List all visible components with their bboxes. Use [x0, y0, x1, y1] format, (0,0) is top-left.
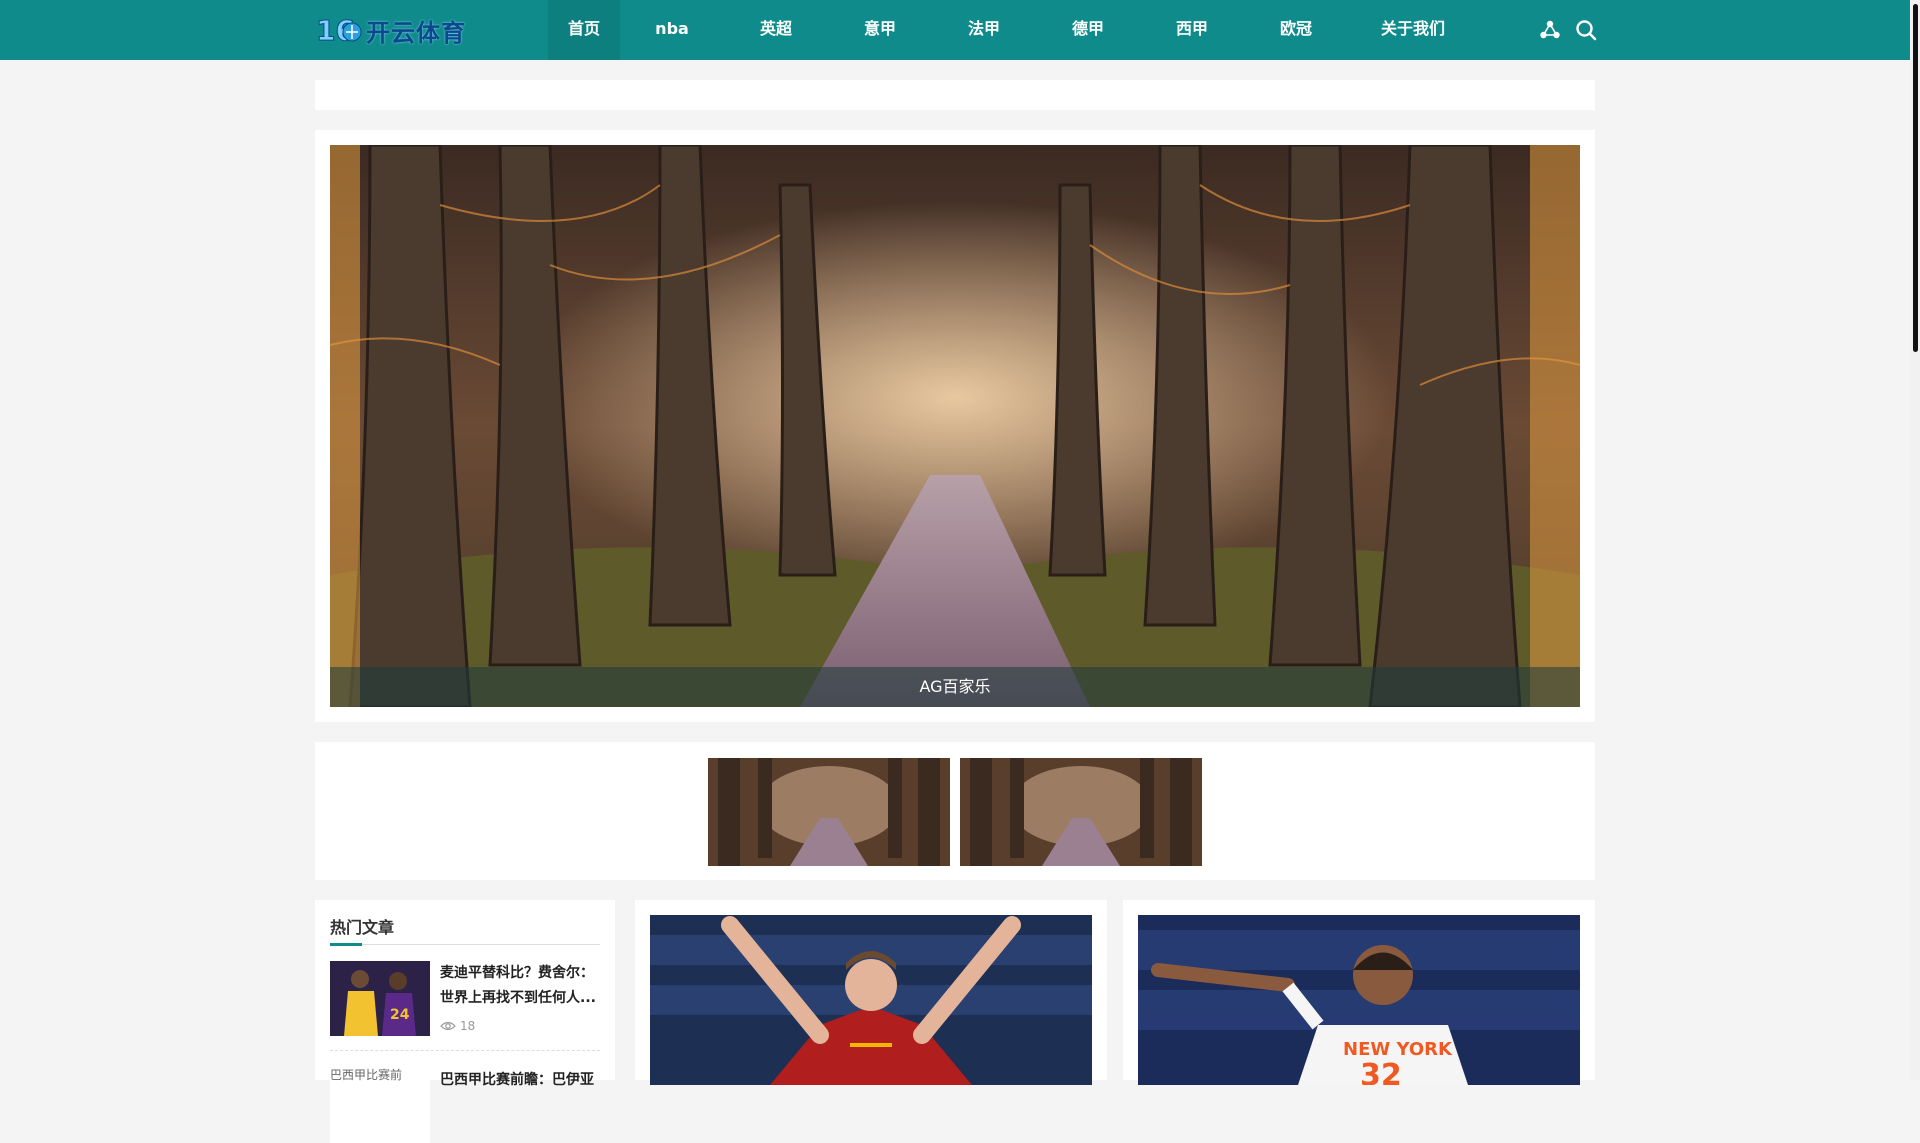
logo-text: 开云体育 — [366, 18, 466, 47]
item-separator — [330, 1050, 600, 1051]
top-navbar: 16 开云体育 首页 nba 英超 意甲 法甲 德甲 西甲 欧冠 关于我们 — [0, 0, 1910, 60]
hot-articles-widget: 热门文章 24 麦迪平替科比？费舍尔：世界上再找不到任何人... 18 巴西甲比… — [315, 900, 615, 1143]
share-icon[interactable] — [1538, 18, 1562, 42]
nav-item-premier-league[interactable]: 英超 — [724, 0, 828, 60]
article-card[interactable] — [635, 900, 1107, 1085]
hot-article-thumbnail[interactable]: 巴西甲比赛前 — [330, 1068, 430, 1143]
svg-text:NEW YORK: NEW YORK — [1343, 1039, 1453, 1060]
nav-item-la-liga[interactable]: 西甲 — [1140, 0, 1244, 60]
forest-path-image — [330, 145, 1580, 707]
banner-slide[interactable]: AG百家乐 — [330, 145, 1580, 707]
banner-thumbnail[interactable] — [960, 758, 1202, 866]
hot-article-thumbnail[interactable]: 24 — [330, 961, 430, 1036]
eye-icon — [440, 1021, 456, 1031]
banner-caption: AG百家乐 — [330, 667, 1580, 707]
banner-thumbnail[interactable] — [708, 758, 950, 866]
search-icon[interactable] — [1574, 18, 1598, 42]
article-card[interactable]: NEW YORK 32 — [1123, 900, 1595, 1085]
nav-item-serie-a[interactable]: 意甲 — [828, 0, 932, 60]
hot-article-title[interactable]: 麦迪平替科比？费舍尔：世界上再找不到任何人... — [440, 961, 600, 1011]
banner-slider: AG百家乐 — [315, 130, 1595, 722]
page-scrollbar[interactable] — [1910, 0, 1920, 1080]
notice-strip — [315, 80, 1595, 110]
article-card-image[interactable]: NEW YORK 32 — [1138, 915, 1580, 1085]
view-count: 18 — [440, 1019, 475, 1033]
nav-item-bundesliga[interactable]: 德甲 — [1036, 0, 1140, 60]
hot-article-title[interactable]: 巴西甲比赛前瞻：巴伊亚 — [440, 1068, 600, 1093]
nav-item-ligue-1[interactable]: 法甲 — [932, 0, 1036, 60]
nav-item-nba[interactable]: nba — [620, 0, 724, 60]
divider — [330, 944, 600, 945]
logo-mark-icon: 16 — [316, 12, 362, 48]
main-nav: 首页 nba 英超 意甲 法甲 德甲 西甲 欧冠 关于我们 — [548, 0, 1478, 60]
svg-text:32: 32 — [1360, 1058, 1402, 1085]
banner-thumbnails — [315, 742, 1595, 880]
nav-item-home[interactable]: 首页 — [548, 0, 620, 60]
nav-icons — [1538, 18, 1598, 42]
svg-text:24: 24 — [390, 1007, 410, 1023]
view-count-value: 18 — [460, 1019, 476, 1033]
site-logo[interactable]: 16 开云体育 — [316, 10, 476, 50]
title-accent — [330, 943, 362, 946]
nav-item-about-us[interactable]: 关于我们 — [1348, 0, 1478, 60]
scrollbar-thumb[interactable] — [1913, 4, 1918, 352]
nav-item-champions-league[interactable]: 欧冠 — [1244, 0, 1348, 60]
hot-articles-title: 热门文章 — [330, 918, 395, 937]
article-card-image[interactable] — [650, 915, 1092, 1085]
